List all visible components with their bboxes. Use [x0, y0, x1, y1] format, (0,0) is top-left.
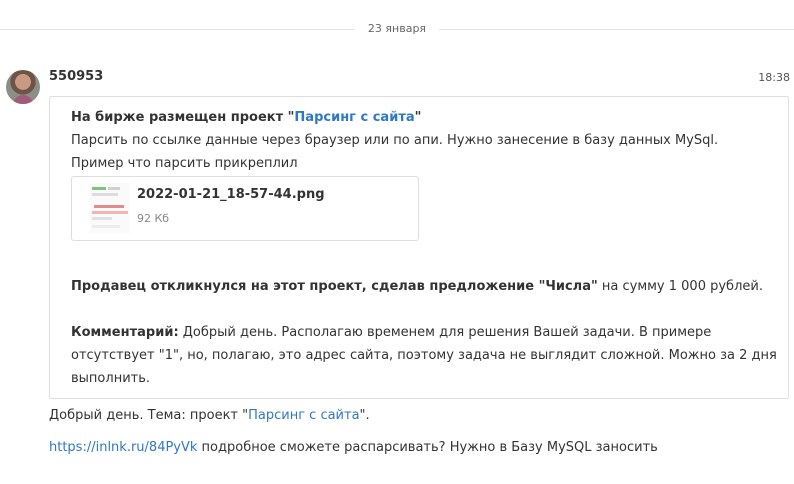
message-time: 18:38: [758, 71, 790, 84]
date-separator-label: 23 января: [355, 20, 439, 38]
attachment-thumbnail: [90, 183, 130, 233]
quote-close: ": [414, 110, 422, 125]
project-intro-text: На бирже размещен проект: [71, 110, 288, 125]
offer-bold: Продавец откликнулся на этот проект, сде…: [71, 279, 598, 294]
offer-text: Продавец откликнулся на этот проект, сде…: [71, 275, 763, 298]
reply-message-1: Добрый день. Тема: проект "Парсинг с сай…: [49, 408, 370, 423]
reply1-text: Добрый день. Тема: проект: [49, 408, 243, 423]
comment-text: Добрый день. Располагаю временем для реш…: [178, 325, 712, 340]
attachment-card[interactable]: 2022-01-21_18-57-44.png 92 Кб: [71, 176, 419, 241]
comment-line3: выполнить.: [71, 371, 151, 386]
reply1-project-link[interactable]: Парсинг с сайта: [248, 408, 359, 423]
reply-message-2: https://inlnk.ru/84PyVk подробное сможет…: [49, 440, 658, 455]
project-card: На бирже размещен проект "Парсинг с сайт…: [49, 96, 789, 399]
avatar[interactable]: [6, 70, 40, 104]
offer-amount: на сумму 1 000 рублей.: [597, 279, 763, 294]
project-description-line2: Пример что парсить прикреплил: [71, 156, 298, 171]
comment-label: Комментарий:: [71, 325, 179, 340]
reply2-url-link[interactable]: https://inlnk.ru/84PyVk: [49, 440, 197, 455]
author-name[interactable]: 550953: [49, 69, 103, 84]
project-description-line1: Парсить по ссылке данные через браузер и…: [71, 133, 719, 148]
project-link[interactable]: Парсинг с сайта: [294, 110, 414, 125]
project-intro: На бирже размещен проект "Парсинг с сайт…: [71, 106, 421, 129]
attachment-file-name[interactable]: 2022-01-21_18-57-44.png: [137, 187, 325, 202]
comment-line2: отсутствует "1", но, полагаю, это адрес …: [71, 348, 777, 363]
attachment-file-size: 92 Кб: [137, 212, 170, 225]
comment-line1: Комментарий: Добрый день. Располагаю вре…: [71, 321, 711, 344]
reply1-quote-close: ".: [359, 408, 370, 423]
reply2-text: подробное сможете распарсивать? Нужно в …: [197, 440, 658, 455]
